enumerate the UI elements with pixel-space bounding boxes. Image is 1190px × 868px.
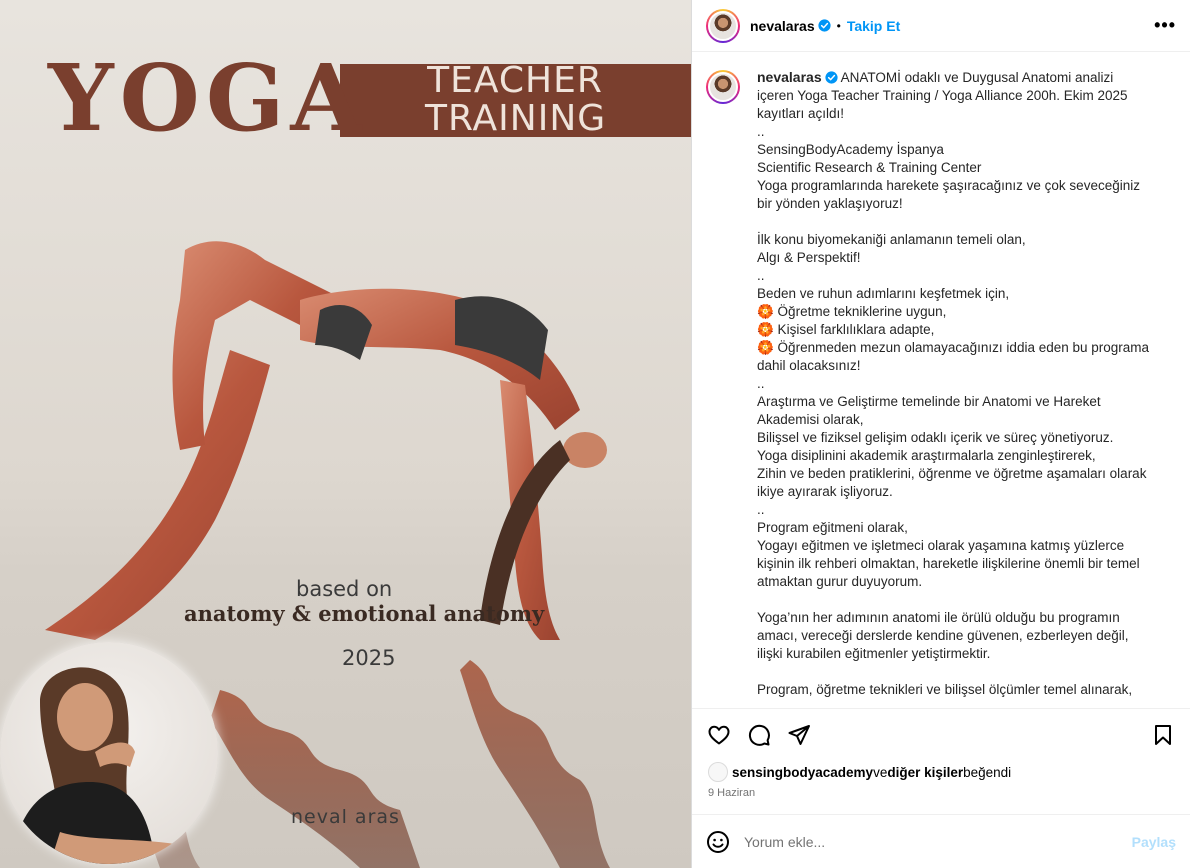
- comment-input[interactable]: [744, 833, 1132, 850]
- caption-line: Yoga disiplinini akademik araştırmalarla…: [757, 448, 1096, 463]
- caption-line: [757, 591, 1153, 609]
- caption-section: nevalaras ANATOMİ odaklı ve Duygusal Ana…: [692, 52, 1190, 708]
- likes-summary: sensingbodyacademy ve diğer kişiler beğe…: [708, 762, 1011, 782]
- likes-suffix: beğendi: [963, 764, 1012, 780]
- caption-line: Scientific Research & Training Center: [757, 160, 982, 175]
- more-options-icon[interactable]: •••: [1154, 15, 1176, 36]
- caption-username[interactable]: nevalaras: [757, 69, 822, 85]
- author-portrait: [0, 642, 218, 864]
- caption-line: Algı & Perspektif!: [757, 250, 861, 265]
- avatar-photo: [708, 72, 738, 102]
- post-header: nevalaras • Takip Et •••: [692, 0, 1190, 52]
- caption-line: 🏵️ Öğrenmeden mezun olamayacağınızı iddi…: [757, 340, 1153, 373]
- heart-icon: [708, 725, 730, 744]
- post-image[interactable]: YOGA TEACHER TRAINING based on anatomy &…: [0, 0, 691, 868]
- post-comment-button[interactable]: Paylaş: [1132, 834, 1176, 850]
- bookmark-icon[interactable]: [1150, 722, 1176, 748]
- caption-line: İlk konu biyomekaniği anlamanın temeli o…: [757, 232, 1026, 247]
- post-date[interactable]: 9 Haziran: [708, 787, 755, 799]
- image-author: neval aras: [291, 806, 400, 828]
- heart-icon[interactable]: [706, 722, 732, 748]
- caption-line: Program eğitmeni olarak,: [757, 520, 908, 535]
- share-icon: [788, 724, 810, 745]
- caption-line: ..: [757, 124, 765, 139]
- caption-text: nevalaras ANATOMİ odaklı ve Duygusal Ana…: [757, 68, 1153, 708]
- separator-dot: •: [836, 18, 841, 33]
- verified-badge-icon: [818, 19, 831, 32]
- avatar[interactable]: [706, 8, 740, 43]
- comment-bar: Paylaş: [692, 814, 1190, 868]
- bookmark-icon: [1155, 724, 1171, 745]
- caption-line: ..: [757, 376, 765, 391]
- avatar-photo: [708, 10, 738, 41]
- verified-badge-icon: [825, 71, 838, 84]
- caption-line: ..: [757, 268, 765, 283]
- action-bar: [692, 708, 1190, 760]
- portrait-illustration: [10, 667, 200, 864]
- caption-first-line: nevalaras ANATOMİ odaklı ve Duygusal Ana…: [757, 68, 1153, 123]
- emoji-icon[interactable]: [706, 830, 730, 854]
- caption-avatar[interactable]: [706, 70, 740, 104]
- follow-button[interactable]: Takip Et: [847, 18, 900, 34]
- others-link[interactable]: diğer kişiler: [887, 765, 963, 780]
- image-based-on: based on: [296, 577, 393, 601]
- caption-line: Yoga’nın her adımının anatomi ile örülü …: [757, 610, 1133, 661]
- caption-line: [757, 663, 1153, 681]
- caption-line: Zihin ve beden pratiklerini, öğrenme ve …: [757, 466, 1151, 499]
- share-icon[interactable]: [786, 722, 812, 748]
- caption-line: SensingBodyAcademy İspanya: [757, 142, 944, 157]
- username-link[interactable]: nevalaras: [750, 18, 815, 34]
- caption-line: Yoga programlarında harekete şaşıracağın…: [757, 178, 1144, 211]
- caption-line: 🏵️ Öğretme tekniklerine uygun,: [757, 304, 947, 319]
- caption-line: 🏵️ Kişisel farklılıklara adapte,: [757, 322, 935, 337]
- liker-username[interactable]: sensingbodyacademy: [732, 765, 873, 780]
- comment-icon: [748, 724, 770, 746]
- caption-line: ..: [757, 502, 765, 517]
- image-subtitle: anatomy & emotional anatomy: [184, 601, 545, 626]
- likes-connector: ve: [873, 764, 888, 780]
- post-sidebar: nevalaras • Takip Et ••• nevalaras ANATO…: [691, 0, 1190, 868]
- caption-line: Beden ve ruhun adımlarını keşfetmek için…: [757, 286, 1010, 301]
- caption-line: Bilişsel ve fiziksel gelişim odaklı içer…: [757, 430, 1114, 445]
- liker-avatar[interactable]: [708, 762, 728, 782]
- caption-line: Program, öğretme teknikleri ve bilişsel …: [757, 682, 1133, 697]
- caption-line: [757, 213, 1153, 231]
- comment-icon[interactable]: [746, 722, 772, 748]
- caption-line: Araştırma ve Geliştirme temelinde bir An…: [757, 394, 1104, 427]
- caption-line: Yogayı eğitmen ve işletmeci olarak yaşam…: [757, 538, 1144, 589]
- image-year: 2025: [342, 646, 396, 670]
